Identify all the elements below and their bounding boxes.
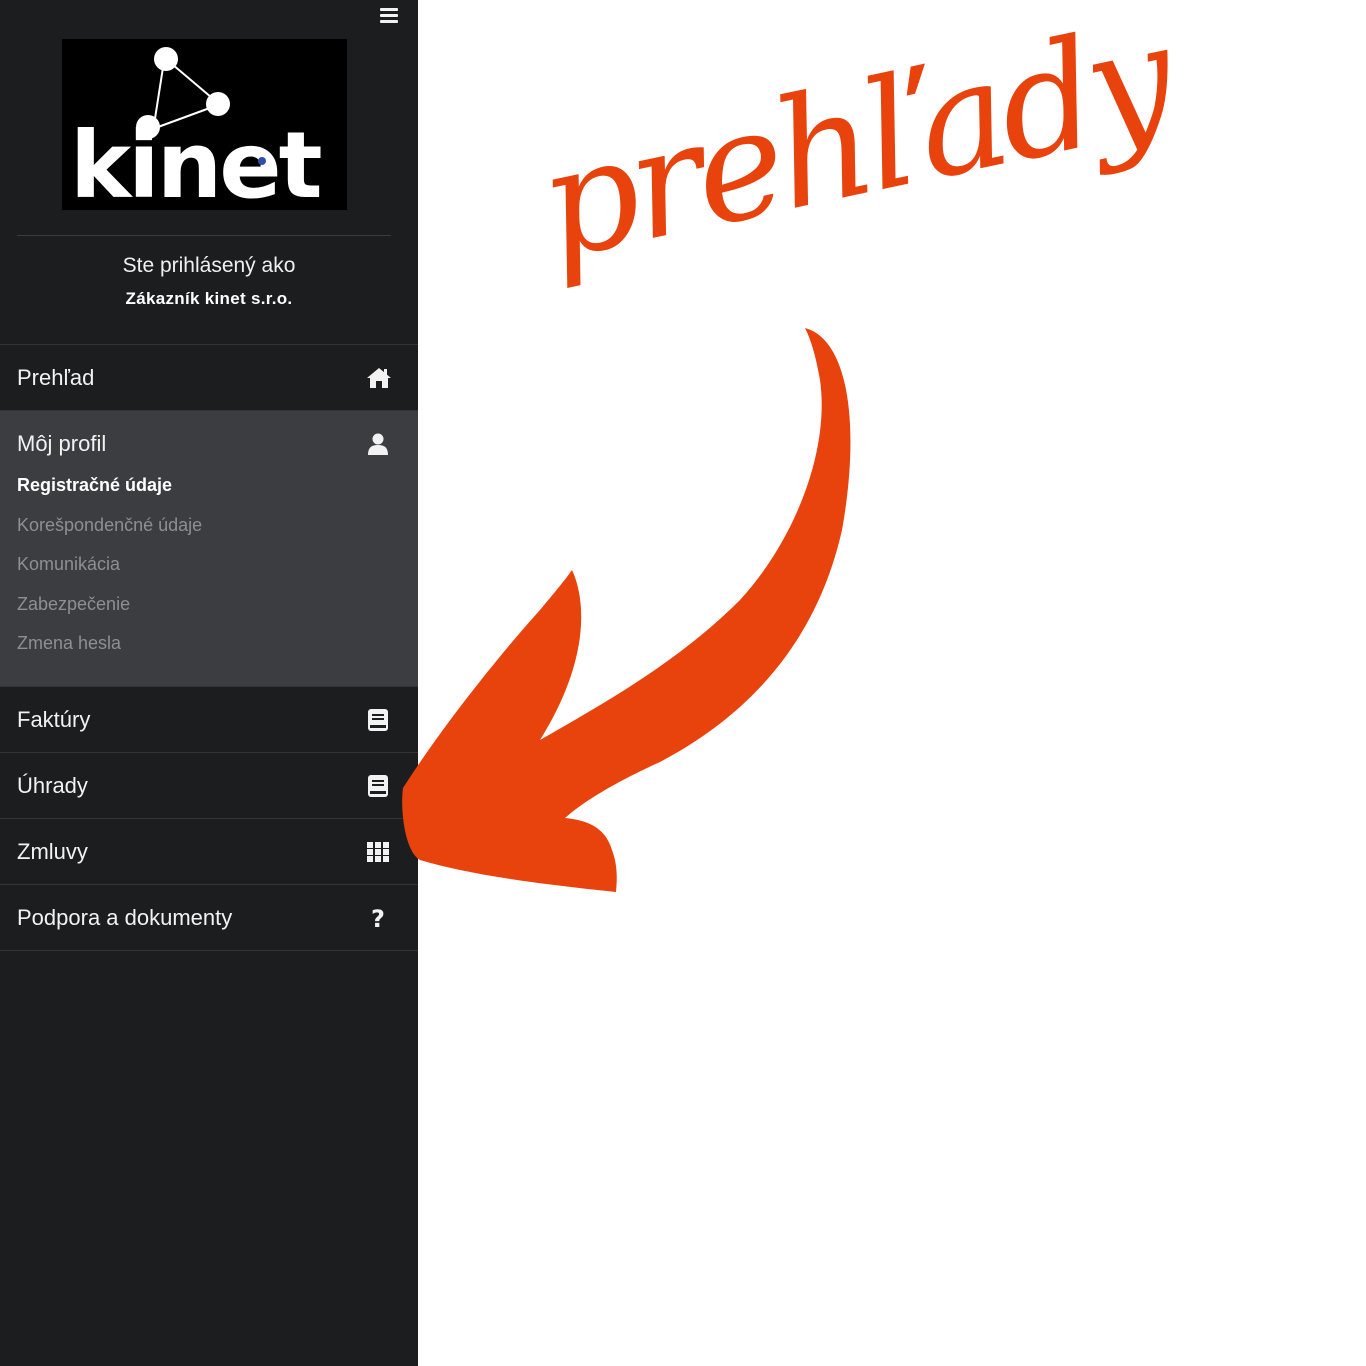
arrow-shape <box>402 328 851 892</box>
main-menu: Prehľad Môj profil Registračné údaje Kor… <box>0 344 418 951</box>
menu-item-label: Prehľad <box>17 365 95 390</box>
submenu-zmena-hesla[interactable]: Zmena hesla <box>17 633 121 654</box>
submenu-registracne-udaje[interactable]: Registračné údaje <box>17 475 172 496</box>
menu-item-zmluvy[interactable]: Zmluvy <box>0 819 418 885</box>
logged-in-user-name: Zákazník kinet s.r.o. <box>125 289 293 308</box>
book-icon <box>366 708 390 732</box>
divider <box>17 235 391 236</box>
menu-item-prehlad[interactable]: Prehľad <box>0 345 418 411</box>
home-icon <box>366 366 391 390</box>
menu-item-label: Podpora a dokumenty <box>17 905 233 930</box>
menu-item-uhrady[interactable]: Úhrady <box>0 753 418 819</box>
menu-item-podpora[interactable]: Podpora a dokumenty ? <box>0 885 418 951</box>
submenu-komunikacia[interactable]: Komunikácia <box>17 554 120 575</box>
svg-text:?: ? <box>371 906 385 930</box>
menu-item-faktury[interactable]: Faktúry <box>0 687 418 753</box>
grid-icon <box>366 840 390 864</box>
book-icon <box>366 774 390 798</box>
login-status-label: Ste prihlásený ako <box>122 254 296 277</box>
submenu-korespondencne-udaje[interactable]: Korešpondenčné údaje <box>17 515 202 536</box>
annotation-handwritten-text: prehľady <box>525 0 1184 295</box>
submenu-zabezpecenie[interactable]: Zabezpečenie <box>17 594 130 615</box>
menu-item-moj-profil[interactable]: Môj profil Registračné údaje Korešponden… <box>0 411 418 687</box>
menu-item-label: Môj profil <box>17 431 107 456</box>
menu-item-label: Úhrady <box>17 773 88 798</box>
user-icon <box>366 432 390 456</box>
question-icon: ? <box>366 905 390 933</box>
hamburger-menu-icon[interactable] <box>380 8 398 25</box>
menu-item-label: Zmluvy <box>17 839 88 864</box>
logo-wordmark: kinet <box>70 112 321 210</box>
menu-item-label: Faktúry <box>17 707 91 732</box>
kinet-logo: kinet <box>62 39 347 210</box>
sidebar: kinet Ste prihlásený ako Zákazník kinet … <box>0 0 418 1366</box>
